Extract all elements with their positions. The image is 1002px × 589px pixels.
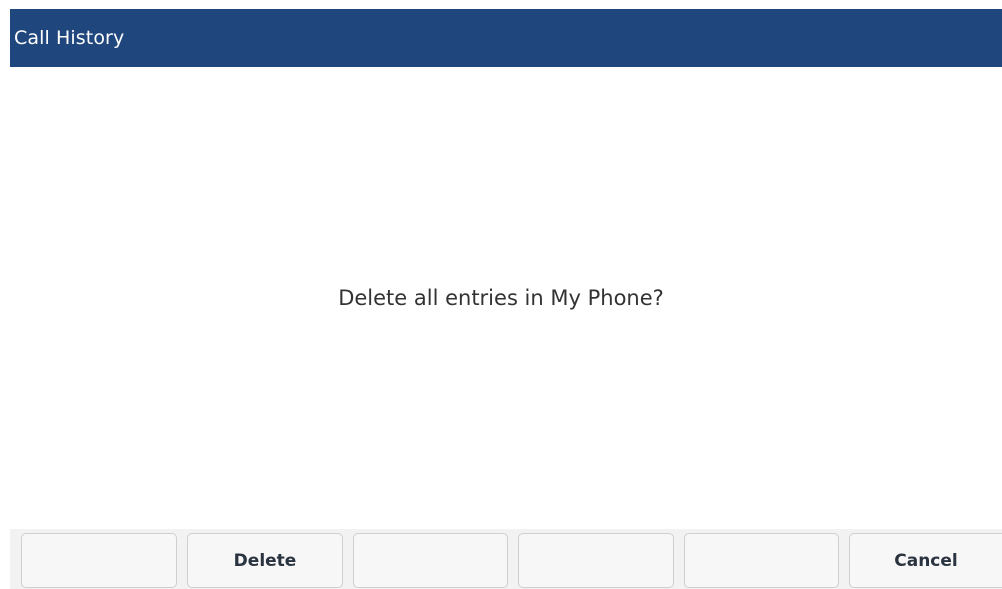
confirmation-message: Delete all entries in My Phone? <box>338 286 664 310</box>
delete-button-label: Delete <box>233 550 297 571</box>
cancel-button[interactable]: Cancel <box>849 533 1002 588</box>
softkey-5[interactable] <box>684 533 839 588</box>
screen-title: Call History <box>14 27 125 49</box>
softkey-3[interactable] <box>353 533 508 588</box>
phone-screen: Call History Delete all entries in My Ph… <box>0 0 1002 589</box>
delete-button[interactable]: Delete <box>187 533 343 588</box>
cancel-button-label: Cancel <box>894 550 958 571</box>
title-bar: Call History <box>10 9 1002 67</box>
softkey-4[interactable] <box>518 533 674 588</box>
softkey-1[interactable] <box>21 533 177 588</box>
